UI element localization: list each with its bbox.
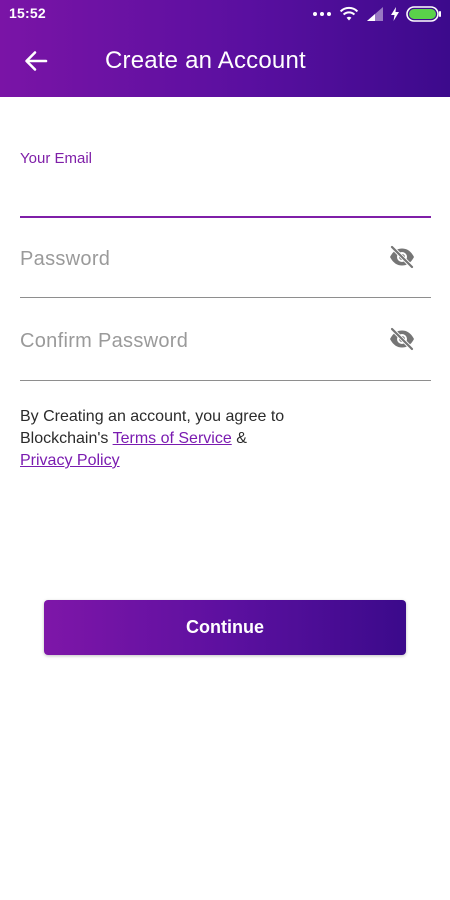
password-field-group <box>20 240 431 302</box>
password-visibility-toggle[interactable] <box>387 244 417 274</box>
password-field[interactable] <box>20 243 380 275</box>
dots-icon <box>312 11 332 17</box>
continue-button[interactable]: Continue <box>44 600 406 655</box>
status-bar: 15:52 <box>0 0 450 28</box>
status-time: 15:52 <box>9 5 46 21</box>
password-field-underline <box>20 297 431 298</box>
confirm-password-visibility-toggle[interactable] <box>387 326 417 356</box>
wifi-icon <box>339 6 359 22</box>
eye-off-icon <box>388 245 416 274</box>
back-button[interactable] <box>18 48 54 78</box>
terms-notice: By Creating an account, you agree to Blo… <box>20 406 320 472</box>
header: 15:52 Create an Account <box>0 0 450 97</box>
app-bar: Create an Account <box>0 28 450 97</box>
charging-icon <box>391 7 399 21</box>
email-field[interactable] <box>20 176 380 208</box>
terms-ampersand: & <box>236 430 247 447</box>
confirm-password-field-underline <box>20 380 431 381</box>
email-field-label: Your Email <box>20 150 92 167</box>
eye-off-icon <box>388 327 416 356</box>
confirm-password-field-group <box>20 322 431 384</box>
arrow-left-icon <box>24 50 48 77</box>
email-field-group: Your Email <box>20 150 431 220</box>
confirm-password-field[interactable] <box>20 325 380 357</box>
privacy-policy-link[interactable]: Privacy Policy <box>20 452 120 469</box>
status-icons <box>312 4 442 24</box>
battery-icon <box>406 6 442 22</box>
email-field-underline <box>20 216 431 218</box>
page-title: Create an Account <box>105 47 306 74</box>
signal-icon <box>366 6 384 22</box>
terms-of-service-link[interactable]: Terms of Service <box>113 430 232 447</box>
